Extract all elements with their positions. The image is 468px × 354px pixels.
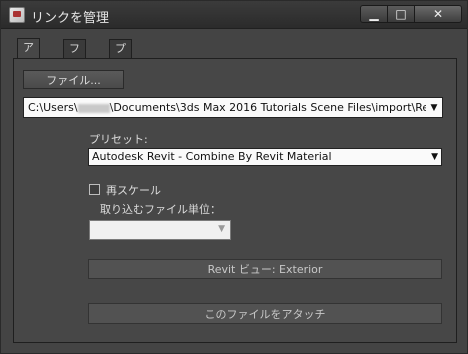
redacted-username [77, 103, 110, 113]
tab-attach[interactable]: アタッチ [17, 38, 40, 108]
preset-value: Autodesk Revit - Combine By Revit Materi… [92, 150, 332, 163]
maximize-icon: □ [395, 7, 407, 21]
minimize-button[interactable]: ▁ [360, 5, 388, 23]
file-path-combobox[interactable]: C:\Users\ \Documents\3ds Max 2016 Tutoria… [23, 97, 443, 118]
tab-files[interactable]: ファイル [63, 39, 86, 109]
path-prefix: C:\Users\ [28, 101, 78, 114]
attach-file-button[interactable]: このファイルをアタッチ [88, 303, 442, 324]
file-button[interactable]: ファイル... [23, 70, 124, 89]
revit-view-button[interactable]: Revit ビュー: Exterior [88, 259, 442, 279]
app-icon [9, 7, 25, 23]
tab-presets[interactable]: プリセット [109, 39, 132, 127]
preset-select[interactable]: Autodesk Revit - Combine By Revit Materi… [88, 148, 442, 166]
chevron-down-icon: ▼ [218, 224, 225, 234]
manage-links-window: リンクを管理 ▁ □ ✕ アタッチ ファイル プリセット ファイル... C:\… [0, 0, 468, 354]
chevron-down-icon: ▼ [431, 152, 438, 162]
title-bar[interactable]: リンクを管理 ▁ □ ✕ [1, 1, 467, 29]
units-select[interactable]: ▼ [89, 220, 231, 240]
minimize-icon: ▁ [369, 7, 379, 21]
close-button[interactable]: ✕ [414, 5, 462, 23]
path-dropdown-arrow[interactable]: ▼ [426, 98, 442, 117]
path-suffix: \Documents\3ds Max 2016 Tutorials Scene … [109, 101, 443, 114]
preset-label: プリセット: [89, 133, 148, 146]
window-title: リンクを管理 [31, 11, 110, 26]
maximize-button[interactable]: □ [387, 5, 415, 23]
rescale-checkbox[interactable] [89, 184, 100, 195]
units-label: 取り込むファイル単位： [100, 203, 221, 216]
chevron-down-icon: ▼ [430, 102, 438, 113]
close-icon: ✕ [432, 7, 444, 21]
rescale-label: 再スケール [106, 184, 161, 197]
